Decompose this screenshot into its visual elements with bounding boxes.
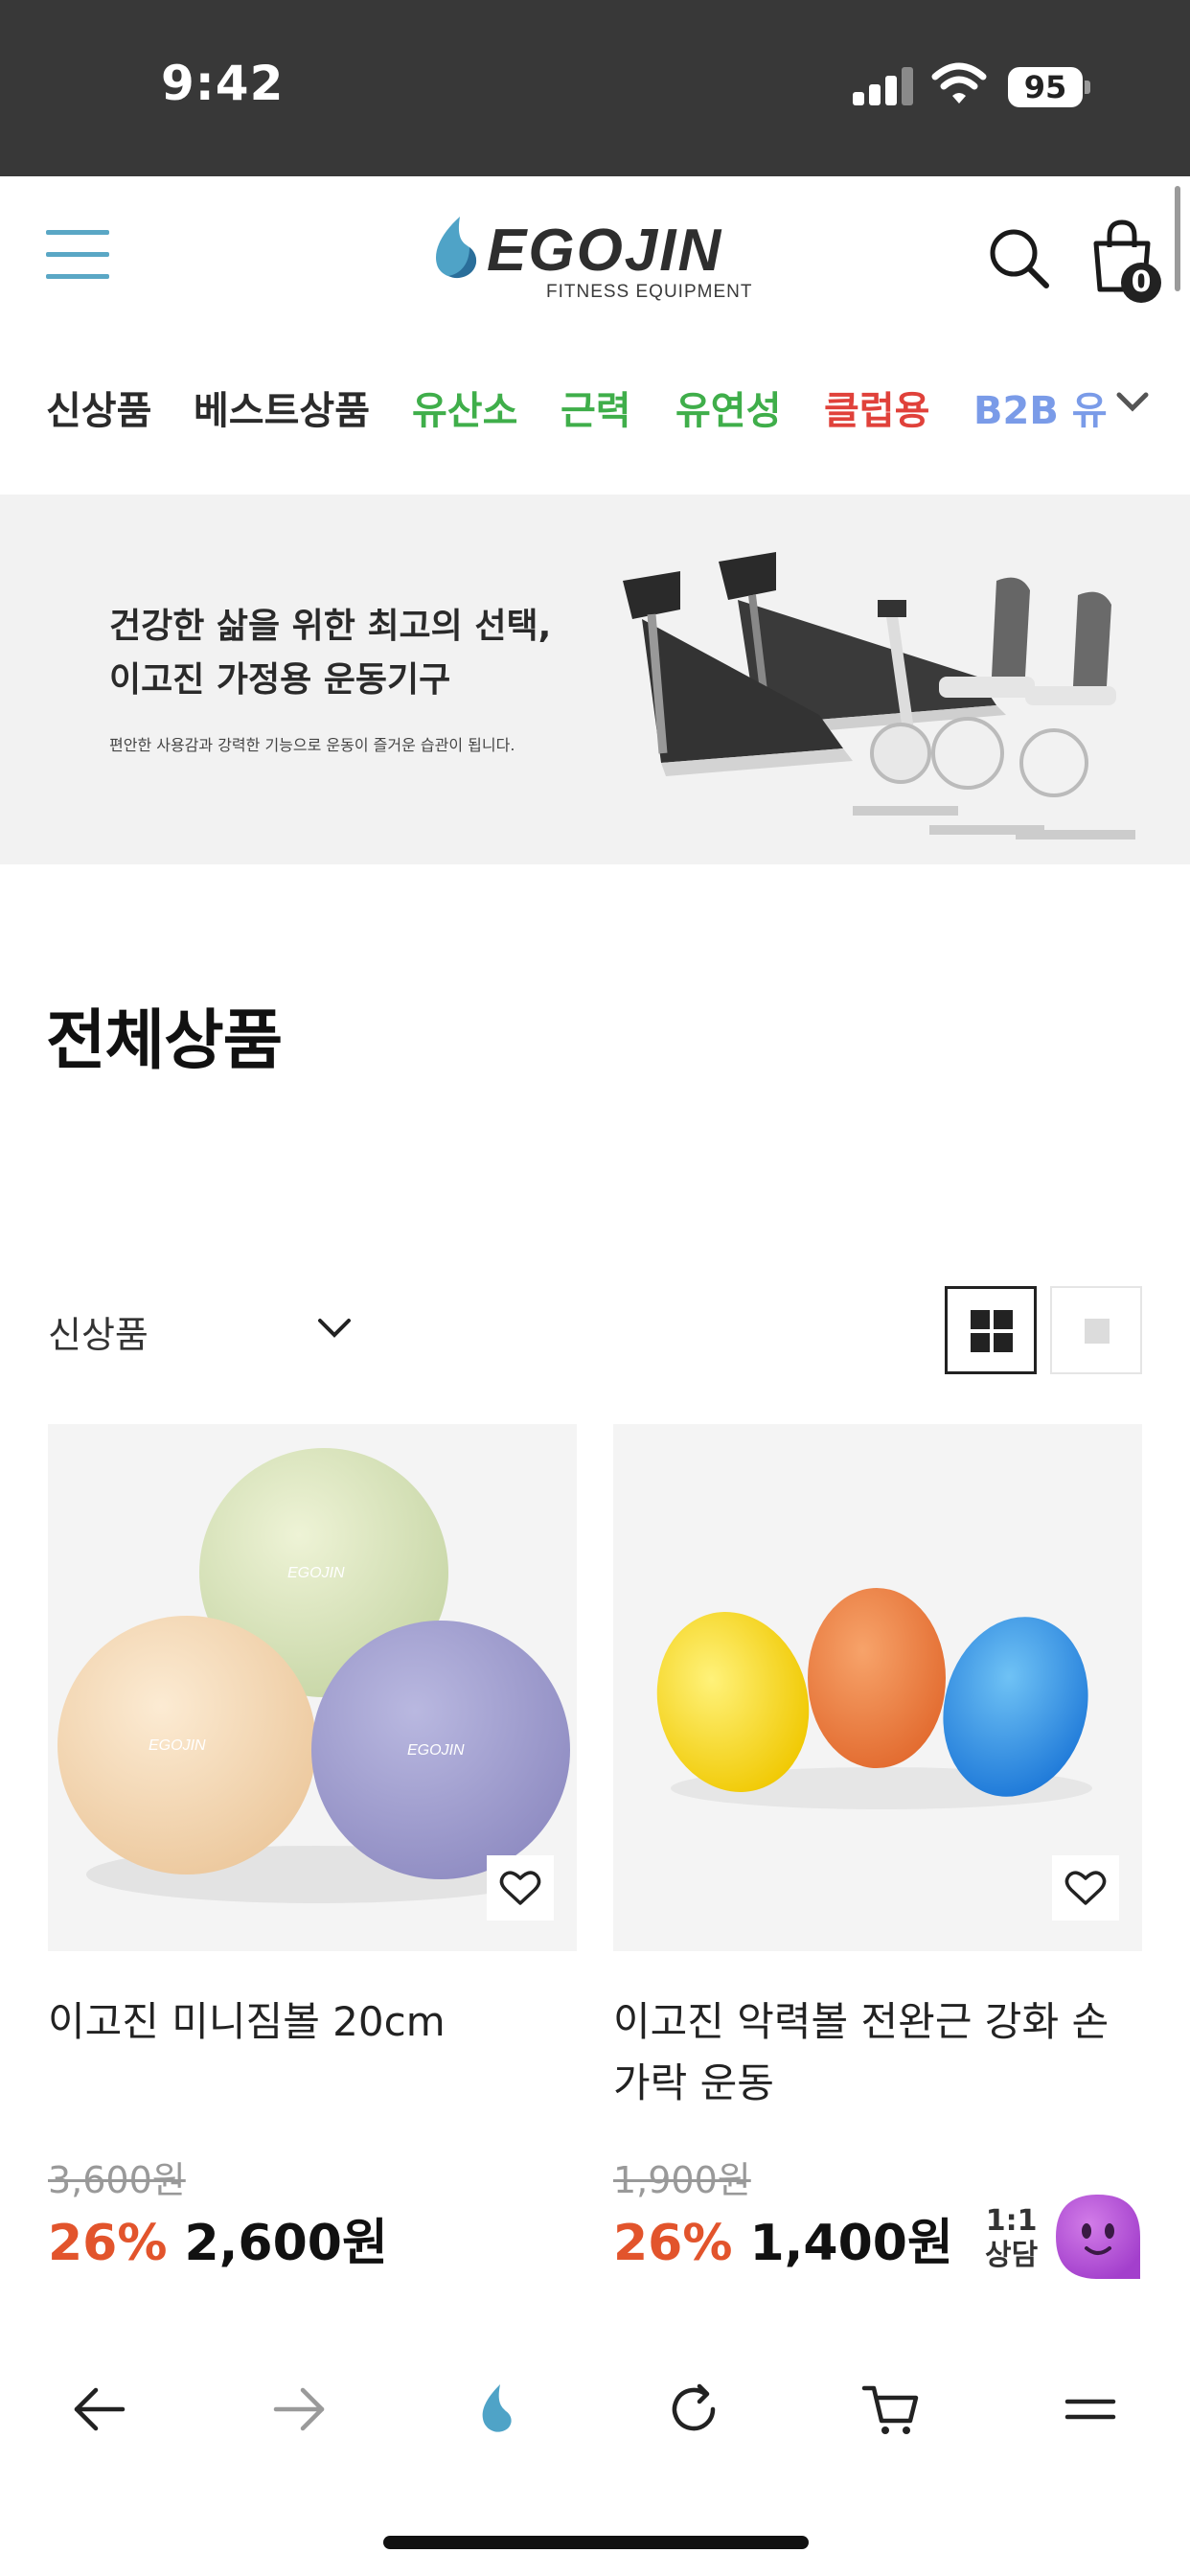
menu-icon[interactable] (1058, 2377, 1123, 2442)
product-image[interactable] (613, 1424, 1142, 1951)
home-drop-icon[interactable] (464, 2377, 529, 2442)
grid-view-toggle[interactable] (945, 1286, 1037, 1374)
promo-banner[interactable]: 건강한 삶을 위한 최고의 선택, 이고진 가정용 운동기구 편안한 사용감과 … (0, 494, 1190, 864)
category-club[interactable]: 클럽용 (824, 380, 929, 435)
chevron-down-icon[interactable] (1113, 387, 1152, 416)
product-image[interactable]: EGOJIN EGOJIN EGOJIN (48, 1424, 577, 1951)
cart-count-badge: 0 (1121, 263, 1161, 303)
sort-selected-value: 신상품 (48, 1314, 149, 1356)
banner-subtitle: 편안한 사용감과 강력한 기능으로 운동이 즐거운 습관이 됩니다. (109, 736, 515, 754)
svg-text:EGOJIN: EGOJIN (407, 1742, 465, 1759)
product-name[interactable]: 이고진 미니짐볼 20cm (48, 1991, 577, 2053)
grid-cell (994, 1333, 1013, 1352)
category-best[interactable]: 베스트상품 (194, 380, 370, 435)
sale-price: 1,400원 (749, 2215, 953, 2272)
status-bar: 9:42 95 (0, 0, 1190, 176)
category-nav: 신상품 베스트상품 유산소 근력 유연성 클럽용 B2B 유 (0, 330, 1190, 493)
grid-cell (971, 1310, 990, 1329)
scrollbar[interactable] (1175, 186, 1180, 291)
water-drop-logo-icon (436, 217, 477, 279)
original-price: 3,600원 (48, 2159, 186, 2201)
banner-title-line2: 이고진 가정용 운동기구 (109, 660, 451, 700)
logo-tagline: FITNESS EQUIPMENT (546, 282, 753, 302)
category-cardio[interactable]: 유산소 (412, 380, 517, 435)
heart-icon (499, 1871, 541, 1905)
svg-text:EGOJIN: EGOJIN (149, 1737, 206, 1754)
page: 9:42 95 EGOJIN FITNESS EQUIPMENT 0 신상품 베… (0, 0, 1190, 2576)
wifi-icon (931, 62, 987, 104)
forward-arrow-icon[interactable] (266, 2377, 332, 2442)
cart-icon[interactable] (858, 2377, 924, 2442)
product-card[interactable]: EGOJIN EGOJIN EGOJIN 이고진 미니짐볼 20cm 3,600… (48, 1424, 577, 2272)
heart-icon (1064, 1871, 1107, 1905)
wishlist-heart-button[interactable] (487, 1855, 554, 1920)
category-strength[interactable]: 근력 (561, 380, 631, 435)
single-view-square (1085, 1319, 1110, 1344)
original-price: 1,900원 (613, 2159, 751, 2201)
home-indicator[interactable] (383, 2536, 809, 2549)
chat-bubble-icon[interactable] (1050, 2191, 1146, 2287)
discount-rate: 26% (48, 2215, 168, 2272)
price-row: 26% 2,600원 (48, 2202, 388, 2274)
fitness-equipment-image (623, 552, 1135, 840)
chat-label-line1: 1:1 (985, 2204, 1038, 2238)
price-row: 26% 1,400원 (613, 2202, 953, 2274)
status-time: 9:42 (161, 56, 285, 111)
svg-text:EGOJIN: EGOJIN (287, 1565, 345, 1581)
chat-label[interactable]: 1:1 상담 (985, 2204, 1038, 2273)
site-header: EGOJIN FITNESS EQUIPMENT 0 (0, 176, 1190, 330)
grid-cell (971, 1333, 990, 1352)
search-icon[interactable] (987, 226, 1050, 289)
category-flexibility[interactable]: 유연성 (675, 380, 781, 435)
chat-label-line2: 상담 (985, 2239, 1039, 2272)
banner-title-line1: 건강한 삶을 위한 최고의 선택, (109, 607, 552, 646)
banner-title: 건강한 삶을 위한 최고의 선택, 이고진 가정용 운동기구 (109, 600, 551, 707)
chevron-down-icon (318, 1319, 351, 1338)
product-name[interactable]: 이고진 악력볼 전완근 강화 손가락 운동 (613, 1991, 1142, 2114)
sort-dropdown[interactable]: 신상품 (48, 1301, 355, 1359)
refresh-icon[interactable] (661, 2377, 726, 2442)
site-logo[interactable]: EGOJIN FITNESS EQUIPMENT (431, 215, 762, 302)
hamburger-menu-icon[interactable] (46, 230, 109, 280)
product-card[interactable]: 이고진 악력볼 전완근 강화 손가락 운동 1,900원 26% 1,400원 (613, 1424, 1142, 2272)
battery-level: 95 (1008, 67, 1083, 107)
cellular-signal-icon (853, 65, 914, 105)
single-view-toggle[interactable] (1050, 1286, 1142, 1374)
category-new[interactable]: 신상품 (46, 380, 151, 435)
logo-wordmark: EGOJIN (487, 218, 723, 284)
battery-tip (1085, 80, 1090, 94)
category-b2b[interactable]: B2B 유 (973, 380, 1108, 435)
browser-toolbar (0, 2338, 1190, 2480)
grid-cell (994, 1310, 1013, 1329)
wishlist-heart-button[interactable] (1052, 1855, 1119, 1920)
back-arrow-icon[interactable] (67, 2377, 132, 2442)
page-title: 전체상품 (46, 1003, 283, 1079)
discount-rate: 26% (613, 2215, 733, 2272)
sale-price: 2,600원 (184, 2215, 388, 2272)
